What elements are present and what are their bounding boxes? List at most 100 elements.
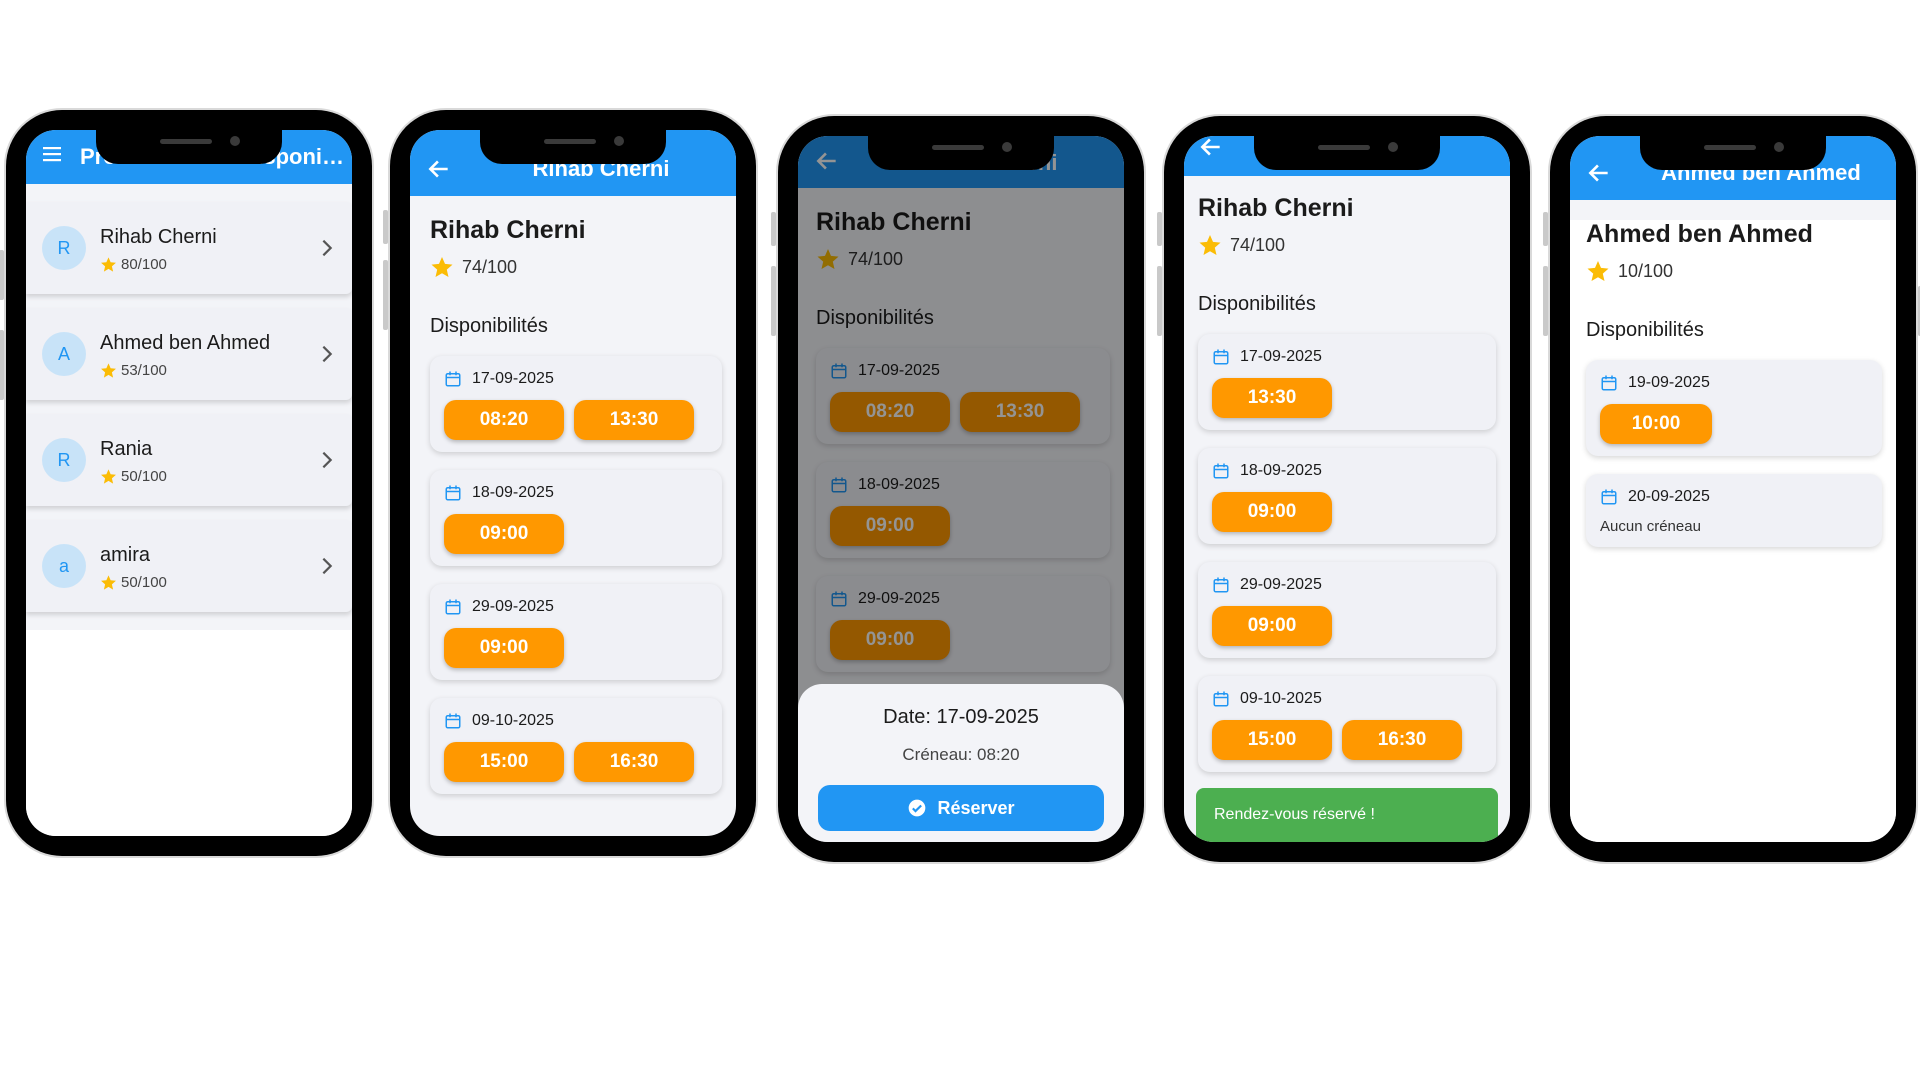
calendar-icon [1213, 463, 1229, 479]
calendar-icon [445, 599, 461, 615]
calendar-icon [445, 485, 461, 501]
booking-bottom-sheet: Date: 17-09-2025 Créneau: 08:20 Réserver [798, 684, 1124, 842]
day-card: 09-10-2025 15:00 16:30 [1198, 676, 1496, 772]
day-card: 29-09-2025 09:00 [1198, 562, 1496, 658]
calendar-icon [445, 713, 461, 729]
day-date: 29-09-2025 [1240, 576, 1322, 593]
professional-card[interactable]: A Ahmed ben Ahmed 53/100 [26, 308, 352, 400]
calendar-icon [1213, 691, 1229, 707]
sheet-date: Date: 17-09-2025 [883, 706, 1039, 728]
notch [1640, 136, 1826, 170]
detail-content: Ahmed ben Ahmed 10/100 Disponibilités 19… [1570, 220, 1896, 842]
star-icon [1587, 261, 1609, 281]
day-card: 20-09-2025 Aucun créneau [1586, 474, 1882, 547]
phone-4: Rihab Cherni 74/100 Disponibilités 17-09… [1157, 116, 1530, 862]
professional-name: Rihab Cherni [1198, 194, 1354, 222]
star-icon [431, 257, 453, 277]
phone-5: Ahmed ben Ahmed Ahmed ben Ahmed 10/100 D… [1543, 116, 1920, 862]
day-card: 18-09-2025 09:00 [1198, 448, 1496, 544]
notch [1254, 136, 1440, 170]
time-slot-button[interactable]: 09:00 [444, 514, 564, 554]
phone-1: Professionnels disponibl... R Rihab Cher… [0, 110, 372, 856]
professional-card[interactable]: R Rania 50/100 [26, 414, 352, 506]
score-value: 74/100 [1230, 234, 1286, 255]
section-title: Disponibilités [430, 315, 548, 337]
screen: Rihab Cherni Rihab Cherni 74/100 Disponi… [798, 136, 1124, 842]
screen: Professionnels disponibl... R Rihab Cher… [26, 130, 352, 836]
professional-score: 50/100 [100, 468, 167, 485]
back-arrow-icon[interactable] [426, 156, 452, 182]
sheet-slot: Créneau: 08:20 [902, 745, 1020, 764]
screen: Ahmed ben Ahmed Ahmed ben Ahmed 10/100 D… [1570, 136, 1896, 842]
screen: Rihab Cherni 74/100 Disponibilités 17-09… [1184, 136, 1510, 842]
section-title: Disponibilités [1586, 319, 1704, 341]
day-card: 18-09-2025 09:00 [430, 470, 722, 566]
day-date: 29-09-2025 [472, 598, 554, 615]
professional-score: 74/100 [430, 255, 722, 279]
professional-score: 74/100 [1198, 233, 1496, 257]
day-date: 09-10-2025 [472, 712, 554, 729]
day-date: 17-09-2025 [472, 370, 554, 387]
time-slot-button[interactable]: 16:30 [1342, 720, 1462, 760]
calendar-icon [1601, 375, 1617, 391]
time-slot-button[interactable]: 09:00 [1212, 492, 1332, 532]
day-date: 17-09-2025 [1240, 348, 1322, 365]
score-value: 74/100 [462, 256, 518, 277]
reserve-button-label: Réserver [937, 797, 1015, 818]
professional-score: 10/100 [1586, 259, 1882, 283]
professional-card[interactable]: a amira 50/100 [26, 520, 352, 612]
professional-name: amira [100, 544, 151, 566]
day-date: 20-09-2025 [1628, 488, 1710, 505]
avatar: R [42, 438, 86, 482]
section-title: Disponibilités [1198, 293, 1316, 315]
time-slot-button[interactable]: 08:20 [444, 400, 564, 440]
avatar: A [42, 332, 86, 376]
detail-content: Rihab Cherni 74/100 Disponibilités 17-09… [410, 216, 736, 836]
phone-2: Rihab Cherni Rihab Cherni 74/100 Disponi… [383, 110, 756, 856]
calendar-icon [1213, 349, 1229, 365]
professional-name: Rihab Cherni [430, 216, 586, 244]
time-slot-button[interactable]: 09:00 [444, 628, 564, 668]
notch [868, 136, 1054, 170]
menu-icon[interactable] [40, 142, 64, 166]
time-slot-button[interactable]: 09:00 [1212, 606, 1332, 646]
time-slot-button[interactable]: 13:30 [574, 400, 694, 440]
star-icon [101, 363, 116, 378]
professional-name: Ahmed ben Ahmed [1586, 220, 1813, 248]
calendar-icon [1601, 489, 1617, 505]
professional-name: Ahmed ben Ahmed [100, 332, 271, 354]
professional-score: 50/100 [100, 574, 167, 591]
no-slot-text: Aucun créneau [1600, 518, 1701, 535]
professional-score: 80/100 [100, 256, 167, 273]
check-circle-icon [909, 799, 926, 817]
notch [480, 130, 666, 164]
time-slot-button[interactable]: 16:30 [574, 742, 694, 782]
day-date: 09-10-2025 [1240, 690, 1322, 707]
professional-score: 53/100 [100, 362, 167, 379]
reserve-button[interactable]: Réserver [818, 785, 1104, 831]
score-value: 50/100 [121, 468, 167, 485]
day-card: 19-09-2025 10:00 [1586, 360, 1882, 456]
chevron-right-icon [322, 239, 333, 257]
detail-content: Rihab Cherni 74/100 Disponibilités 17-09… [1184, 194, 1510, 842]
chevron-right-icon [322, 451, 333, 469]
day-card: 29-09-2025 09:00 [430, 584, 722, 680]
time-slot-button[interactable]: 13:30 [1212, 378, 1332, 418]
day-date: 19-09-2025 [1628, 374, 1710, 391]
score-value: 50/100 [121, 574, 167, 591]
day-card: 09-10-2025 15:00 16:30 [430, 698, 722, 794]
back-arrow-icon[interactable] [1586, 160, 1612, 186]
professional-card[interactable]: R Rihab Cherni 80/100 [26, 202, 352, 294]
time-slot-button[interactable]: 15:00 [444, 742, 564, 782]
calendar-icon [1213, 577, 1229, 593]
back-arrow-icon[interactable] [1198, 136, 1224, 160]
notch [96, 130, 282, 164]
success-snackbar: Rendez-vous réservé ! [1196, 788, 1498, 842]
time-slot-button[interactable]: 10:00 [1600, 404, 1712, 444]
day-card: 17-09-2025 08:20 13:30 [430, 356, 722, 452]
time-slot-button[interactable]: 15:00 [1212, 720, 1332, 760]
score-value: 53/100 [121, 362, 167, 379]
day-date: 18-09-2025 [1240, 462, 1322, 479]
day-card: 17-09-2025 13:30 [1198, 334, 1496, 430]
calendar-icon [445, 371, 461, 387]
